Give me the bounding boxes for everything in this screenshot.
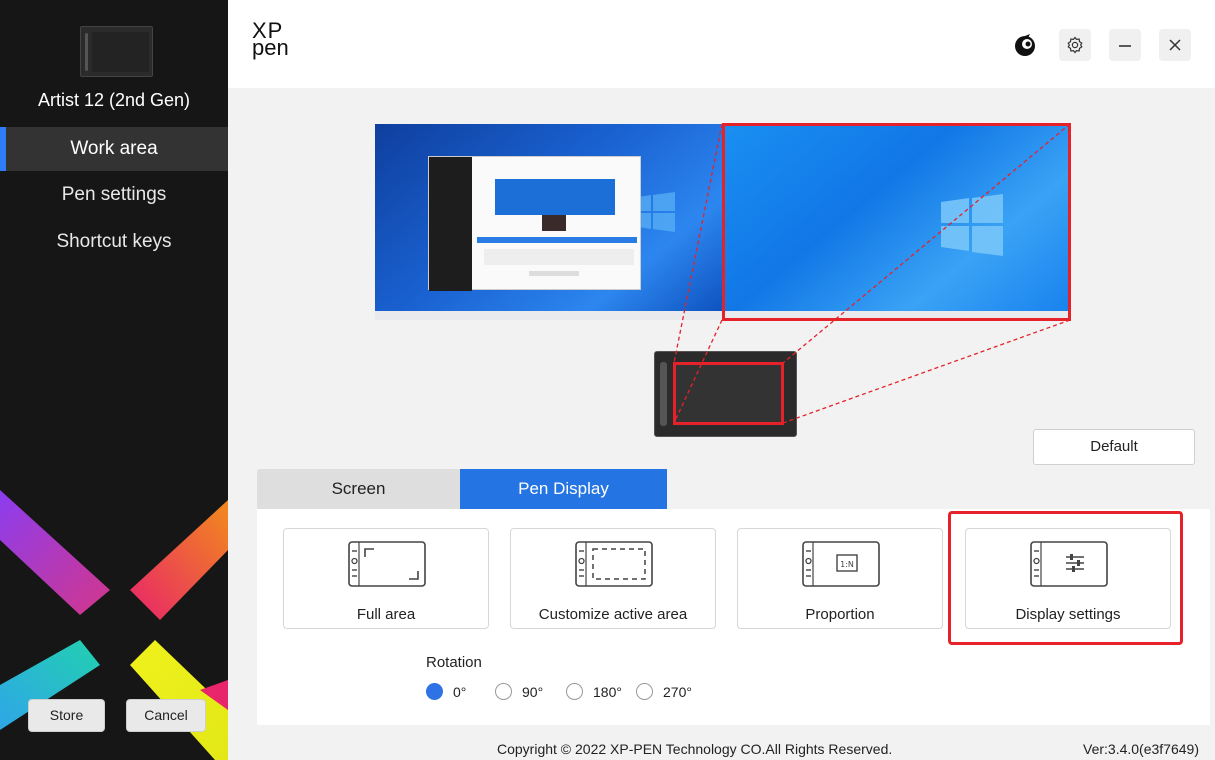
tablet-key-strip	[660, 362, 667, 426]
pen-mascot-icon[interactable]	[1009, 29, 1041, 61]
sidebar-item-pen-settings[interactable]: Pen settings	[0, 173, 228, 217]
version-text: Ver:3.4.0(e3f7649)	[1083, 741, 1199, 757]
sidebar-item-work-area[interactable]: Work area	[0, 127, 228, 171]
copyright-text: Copyright © 2022 XP-PEN Technology CO.Al…	[497, 741, 893, 757]
full-area-label: Full area	[356, 606, 416, 623]
device-thumbnail	[80, 26, 153, 77]
rotation-90-radio[interactable]: 90°	[495, 683, 543, 700]
customize-active-area-label: Customize active area	[538, 606, 688, 623]
mini-app-window	[428, 156, 641, 291]
proportion-label: Proportion	[805, 606, 875, 623]
tab-screen[interactable]: Screen	[257, 469, 460, 509]
gear-icon[interactable]	[1059, 29, 1091, 61]
cancel-button[interactable]: Cancel	[126, 699, 206, 732]
radio-selected-icon	[426, 683, 443, 700]
full-area-option[interactable]: Full area	[283, 528, 489, 629]
display-settings-icon	[1030, 541, 1108, 587]
proportion-icon: 1:N	[802, 541, 880, 587]
tablet-active-area[interactable]	[673, 362, 784, 425]
radio-icon	[495, 683, 512, 700]
default-button[interactable]: Default	[1033, 429, 1195, 465]
svg-text:1:N: 1:N	[840, 560, 854, 569]
rotation-180-radio[interactable]: 180°	[566, 683, 622, 700]
display-settings-label: Display settings	[1015, 606, 1121, 623]
proportion-option[interactable]: 1:N Proportion	[737, 528, 943, 629]
rotation-label: Rotation	[426, 654, 482, 671]
tab-bar: Screen Pen Display	[257, 469, 667, 509]
rotation-0-radio[interactable]: 0°	[426, 683, 466, 700]
radio-icon	[566, 683, 583, 700]
close-icon[interactable]	[1159, 29, 1191, 61]
full-area-icon	[348, 541, 426, 587]
minimize-icon[interactable]	[1109, 29, 1141, 61]
xppen-logo: XP pen	[252, 18, 289, 60]
display-settings-option[interactable]: Display settings	[965, 528, 1171, 629]
header: XP pen	[228, 0, 1215, 88]
selected-monitor-frame	[722, 123, 1071, 321]
rotation-270-radio[interactable]: 270°	[636, 683, 692, 700]
custom-area-icon	[575, 541, 653, 587]
device-name: Artist 12 (2nd Gen)	[37, 90, 191, 110]
radio-icon	[636, 683, 653, 700]
customize-active-area-option[interactable]: Customize active area	[510, 528, 716, 629]
sidebar-item-shortcut-keys[interactable]: Shortcut keys	[0, 220, 228, 264]
store-button[interactable]: Store	[28, 699, 105, 732]
tab-pen-display[interactable]: Pen Display	[460, 469, 667, 509]
sidebar: Artist 12 (2nd Gen) Work area Pen settin…	[0, 0, 228, 760]
